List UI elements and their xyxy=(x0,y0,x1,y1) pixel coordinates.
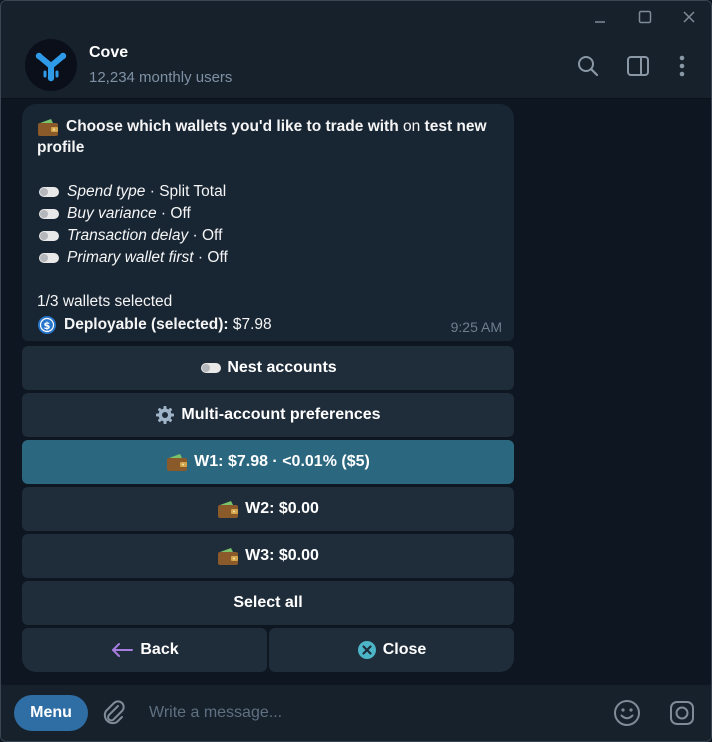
setting-separator: · xyxy=(156,205,171,222)
setting-value: Off xyxy=(207,249,228,266)
message-bubble: Choose which wallets you'd like to trade… xyxy=(22,104,514,341)
wallet-icon xyxy=(166,452,188,472)
setting-name: Buy variance xyxy=(67,205,157,222)
wallet-w3-button[interactable]: W3: $0.00 xyxy=(22,534,514,578)
setting-name: Primary wallet first xyxy=(67,249,194,266)
search-icon[interactable] xyxy=(575,53,601,79)
minimize-icon xyxy=(595,21,605,23)
setting-separator: · xyxy=(193,249,208,266)
chat-area: Choose which wallets you'd like to trade… xyxy=(1,100,711,685)
maximize-button[interactable] xyxy=(625,5,665,29)
deployable-line: $ Deployable (selected): $7.98 xyxy=(37,315,272,335)
message-title-line-2: profile xyxy=(37,139,84,157)
setting-row: Buy variance · Off xyxy=(37,205,191,223)
svg-text:$: $ xyxy=(44,321,51,332)
close-circle-icon xyxy=(357,640,377,660)
close-icon xyxy=(683,11,695,23)
close-window-button[interactable] xyxy=(669,5,709,29)
chat-title[interactable]: Cove xyxy=(89,44,128,62)
emoji-icon[interactable] xyxy=(612,698,642,728)
sidebar-toggle-icon[interactable] xyxy=(625,53,651,79)
setting-value: Off xyxy=(170,205,191,222)
message-input-bar: Menu xyxy=(1,685,711,741)
wallet-w1-button[interactable]: W1: $7.98 · <0.01% ($5) xyxy=(22,440,514,484)
back-label: Back xyxy=(140,641,179,658)
wallet-w2-button[interactable]: W2: $0.00 xyxy=(22,487,514,531)
deployable-label: Deployable (selected): xyxy=(64,316,229,333)
setting-row: Spend type · Split Total xyxy=(37,183,226,201)
gear-icon xyxy=(155,405,175,425)
chat-header: Cove 12,234 monthly users xyxy=(1,33,711,99)
select-all-label: Select all xyxy=(233,594,303,611)
title-bar xyxy=(1,1,711,33)
setting-value: Split Total xyxy=(159,183,227,200)
app-window: Cove 12,234 monthly users Choose which w… xyxy=(0,0,712,742)
dollar-coin-icon: $ xyxy=(37,315,57,335)
toggle-icon xyxy=(39,209,59,219)
maximize-icon xyxy=(638,10,652,24)
message-title-on: on xyxy=(398,118,425,135)
setting-name: Spend type xyxy=(67,183,146,200)
setting-separator: · xyxy=(188,227,202,244)
toggle-icon xyxy=(39,253,59,263)
multi-account-preferences-button[interactable]: Multi-account preferences xyxy=(22,393,514,437)
setting-row: Transaction delay · Off xyxy=(37,227,222,245)
setting-row: Primary wallet first · Off xyxy=(37,249,228,267)
nest-accounts-button[interactable]: Nest accounts xyxy=(22,346,514,390)
multi-account-preferences-label: Multi-account preferences xyxy=(181,406,381,423)
select-all-button[interactable]: Select all xyxy=(22,581,514,625)
wallet-w3-label: W3: $0.00 xyxy=(245,547,319,564)
minimize-button[interactable] xyxy=(580,5,620,29)
setting-separator: · xyxy=(145,183,160,200)
arrow-left-icon xyxy=(110,642,134,658)
setting-value: Off xyxy=(201,227,223,244)
wallet-icon xyxy=(217,499,239,519)
profile-name-part2: profile xyxy=(37,139,85,156)
close-label: Close xyxy=(382,641,427,658)
camera-icon[interactable] xyxy=(667,698,697,728)
message-input[interactable] xyxy=(149,701,549,725)
message-time: 9:25 AM xyxy=(450,319,502,335)
wallet-icon xyxy=(37,117,59,137)
wallet-w2-label: W2: $0.00 xyxy=(245,500,319,517)
cove-logo-icon xyxy=(35,52,67,82)
message-title-line: Choose which wallets you'd like to trade… xyxy=(37,117,487,137)
toggle-icon xyxy=(201,363,222,373)
toggle-icon xyxy=(39,187,59,197)
avatar[interactable] xyxy=(25,39,77,91)
back-button[interactable]: Back xyxy=(22,628,267,672)
wallet-w1-label: W1: $7.98 · <0.01% ($5) xyxy=(194,453,370,470)
toggle-icon xyxy=(39,231,59,241)
close-button[interactable]: Close xyxy=(269,628,514,672)
setting-name: Transaction delay xyxy=(67,227,189,244)
deployable-value: $7.98 xyxy=(228,316,272,333)
chat-subtitle: 12,234 monthly users xyxy=(89,69,233,86)
attach-icon[interactable] xyxy=(99,698,129,728)
profile-name-part1: test new xyxy=(424,118,487,135)
nest-accounts-label: Nest accounts xyxy=(227,359,337,376)
more-options-icon[interactable] xyxy=(669,53,695,79)
wallets-selected-text: 1/3 wallets selected xyxy=(37,293,173,310)
wallet-icon xyxy=(217,546,239,566)
message-title-bold: Choose which wallets you'd like to trade… xyxy=(66,118,399,135)
menu-button[interactable]: Menu xyxy=(14,695,88,731)
